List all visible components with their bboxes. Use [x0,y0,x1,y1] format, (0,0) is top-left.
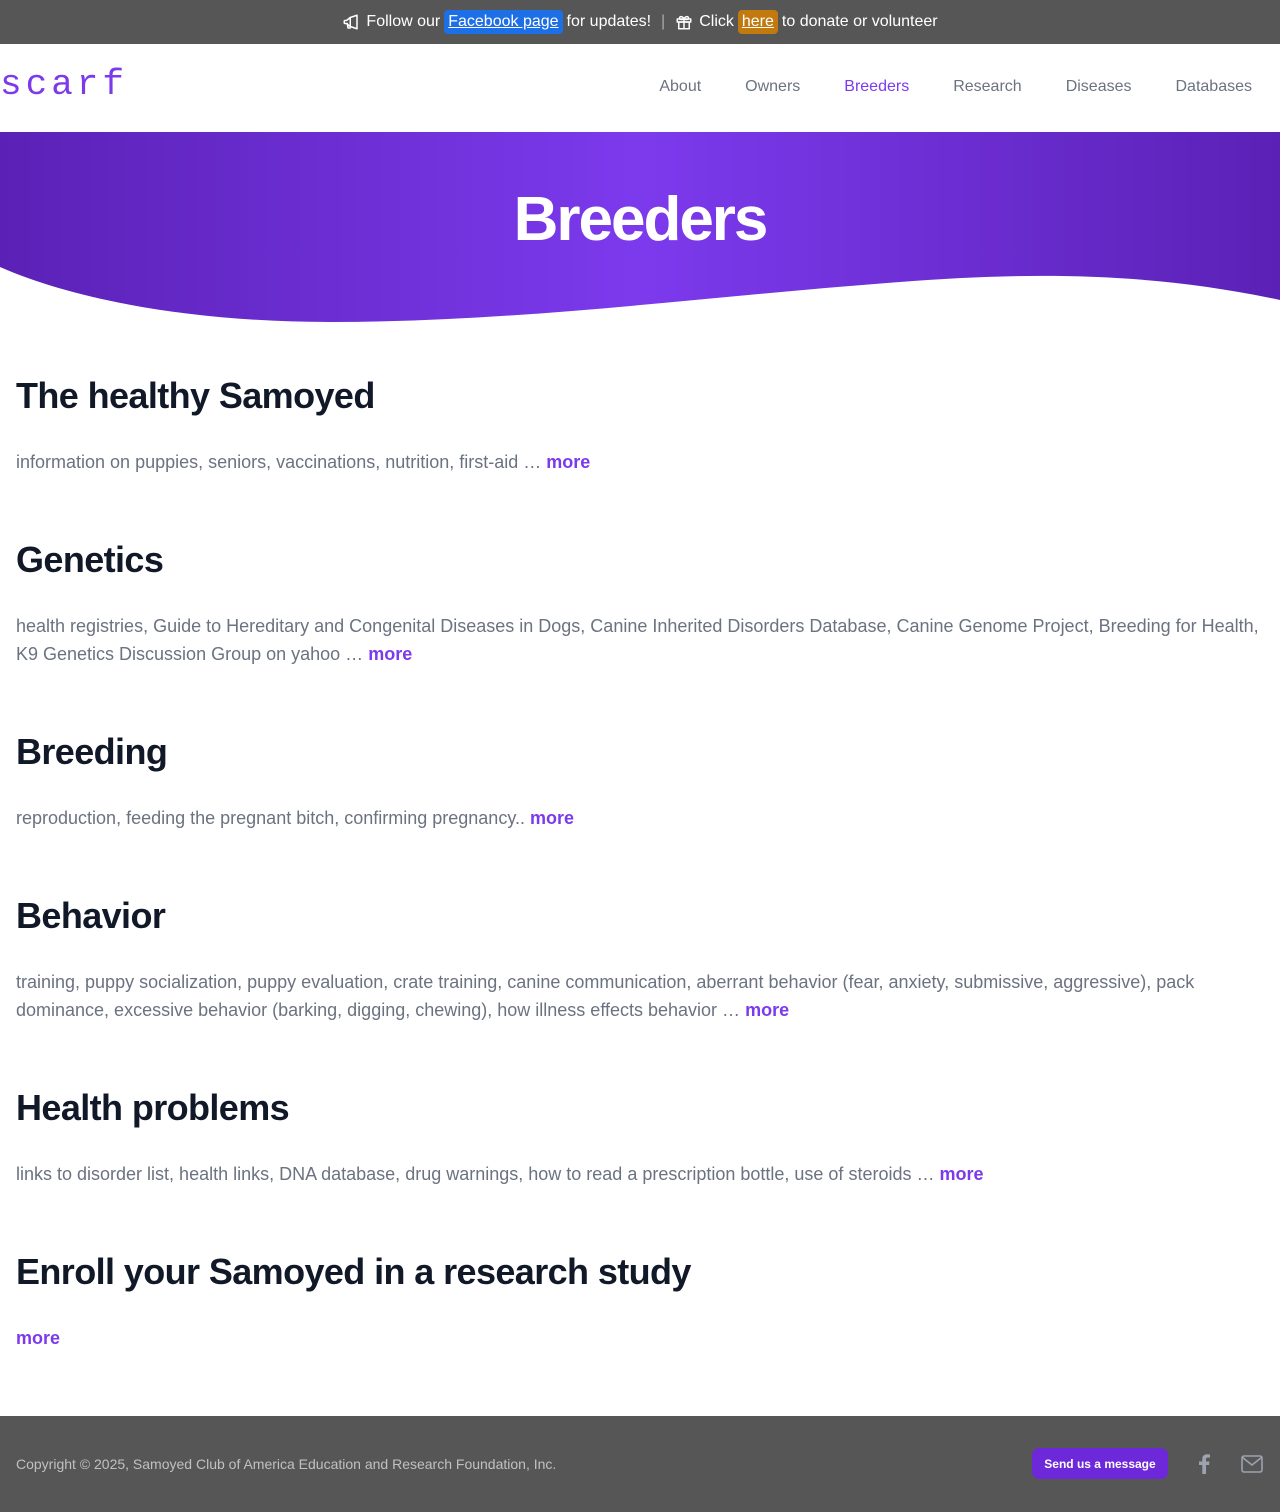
section-breeding: Breeding reproduction, feeding the pregn… [16,732,1264,896]
nav-about[interactable]: About [659,78,701,96]
announcement-bar: Follow our Facebook page for updates! | … [0,0,1280,44]
section-text: more [16,1324,1264,1352]
nav-owners[interactable]: Owners [745,78,800,96]
section-title: Breeding [16,731,168,772]
section-behavior: Behavior training, puppy socialization, … [16,896,1264,1088]
more-link[interactable]: more [546,452,590,472]
section-genetics: Genetics health registries, Guide to Her… [16,540,1264,732]
site-header: scarf About Owners Breeders Research Dis… [0,44,1280,132]
main-nav: About Owners Breeders Research Diseases … [659,78,1252,96]
section-text: links to disorder list, health links, DN… [16,1160,1264,1188]
hero-banner: Breeders [0,132,1280,332]
more-link[interactable]: more [530,808,574,828]
nav-databases[interactable]: Databases [1176,78,1253,96]
section-title: Genetics [16,539,164,580]
section-title: Behavior [16,895,166,936]
section-description: health registries, Guide to Hereditary a… [16,616,1259,664]
section-title: The healthy Samoyed [16,375,375,416]
section-title: Enroll your Samoyed in a research study [16,1251,691,1292]
site-footer: Copyright © 2025, Samoyed Club of Americ… [0,1416,1280,1512]
click-suffix: to donate or volunteer [781,13,938,30]
nav-research[interactable]: Research [953,78,1021,96]
section-description: links to disorder list, health links, DN… [16,1164,940,1184]
section-healthy-samoyed: The healthy Samoyed information on puppi… [16,376,1264,540]
gift-icon [675,13,693,31]
donate-here-link[interactable]: here [737,10,778,34]
separator: | [661,13,666,30]
facebook-icon[interactable] [1196,1452,1212,1476]
section-description: information on puppies, seniors, vaccina… [16,452,547,472]
copyright-text: Copyright © 2025, Samoyed Club of Americ… [16,1456,557,1472]
more-link[interactable]: more [745,1000,789,1020]
megaphone-icon [342,13,360,31]
section-text: reproduction, feeding the pregnant bitch… [16,804,1264,832]
section-description: training, puppy socialization, puppy eva… [16,972,1195,1020]
follow-suffix: for updates! [566,13,652,30]
facebook-page-link[interactable]: Facebook page [444,10,563,34]
nav-diseases[interactable]: Diseases [1066,78,1132,96]
section-description: reproduction, feeding the pregnant bitch… [16,808,530,828]
section-text: information on puppies, seniors, vaccina… [16,448,1264,476]
section-title: Health problems [16,1087,290,1128]
section-text: health registries, Guide to Hereditary a… [16,612,1264,668]
site-logo[interactable]: scarf [0,64,128,105]
mail-icon[interactable] [1240,1454,1264,1474]
section-enroll-research: Enroll your Samoyed in a research study … [16,1252,1264,1352]
click-prefix: Click [699,13,734,30]
send-message-button[interactable]: Send us a message [1032,1448,1168,1479]
section-text: training, puppy socialization, puppy eva… [16,968,1264,1024]
page-title: Breeders [513,185,769,254]
more-link[interactable]: more [368,644,412,664]
more-link[interactable]: more [16,1328,60,1348]
main-content: The healthy Samoyed information on puppi… [16,376,1264,1352]
more-link[interactable]: more [939,1164,983,1184]
nav-breeders[interactable]: Breeders [844,78,909,96]
section-health-problems: Health problems links to disorder list, … [16,1088,1264,1252]
follow-prefix: Follow our [366,13,441,30]
